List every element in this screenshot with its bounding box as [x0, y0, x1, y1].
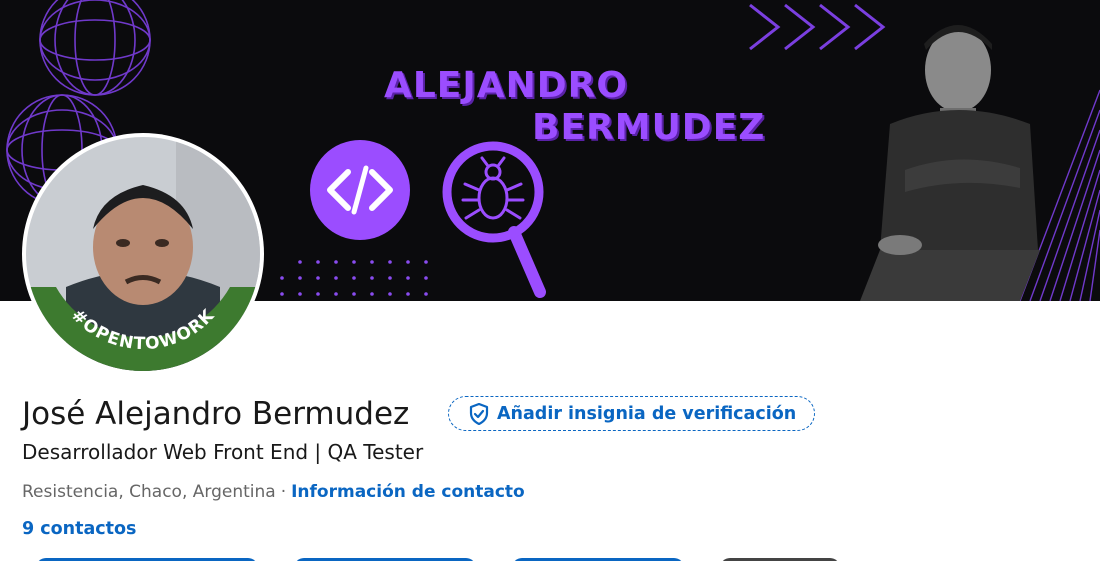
connections-link[interactable]: 9 contactos — [22, 519, 136, 539]
profile-name: José Alejandro Bermudez — [22, 396, 410, 432]
bug-search-icon — [442, 141, 546, 298]
avatar-image: #OPENTOWORK — [26, 137, 260, 371]
location-row: Resistencia, Chaco, Argentina · Informac… — [22, 482, 525, 502]
profile-headline: Desarrollador Web Front End | QA Tester — [22, 440, 424, 464]
avatar-photo[interactable]: #OPENTOWORK — [26, 137, 260, 371]
profile-location: Resistencia, Chaco, Argentina — [22, 482, 276, 502]
banner-person-photo — [860, 25, 1040, 301]
add-verification-badge-button[interactable]: Añadir insignia de verificación — [448, 396, 816, 431]
shield-check-icon — [469, 402, 489, 425]
code-icon — [310, 140, 410, 240]
profile-avatar[interactable]: #OPENTOWORK — [22, 133, 264, 375]
banner-title-first: ALEJANDRO — [384, 65, 628, 106]
banner-title-last: BERMUDEZ — [532, 107, 766, 148]
verification-label: Añadir insignia de verificación — [497, 403, 797, 424]
contact-info-link[interactable]: Información de contacto — [291, 482, 525, 502]
separator-dot: · — [280, 482, 287, 502]
